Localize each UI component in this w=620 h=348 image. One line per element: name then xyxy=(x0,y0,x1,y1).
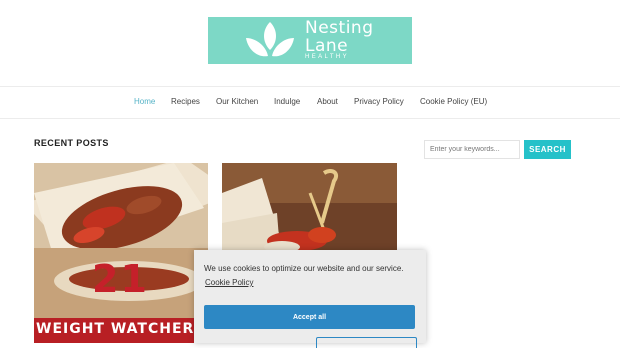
cookie-policy-link[interactable]: Cookie Policy xyxy=(205,278,253,287)
chicken-wrap-photo xyxy=(34,163,208,343)
leaf-icon xyxy=(246,22,294,57)
cookie-message: We use cookies to optimize our website a… xyxy=(204,264,404,273)
nav-item-our-kitchen[interactable]: Our Kitchen xyxy=(216,97,258,106)
site-logo[interactable]: Nesting Lane HEALTHY xyxy=(208,17,412,64)
logo-title: Nesting Lane xyxy=(305,19,374,55)
nav-item-home[interactable]: Home xyxy=(134,97,155,106)
nav-item-recipes[interactable]: Recipes xyxy=(171,97,200,106)
recent-posts-heading: RECENT POSTS xyxy=(34,138,109,148)
logo-subtitle: HEALTHY xyxy=(305,54,350,60)
logo-line-1: Nesting xyxy=(305,18,374,38)
search-button[interactable]: SEARCH xyxy=(524,140,571,159)
logo-line-2: Lane xyxy=(305,36,349,56)
nav-item-about[interactable]: About xyxy=(317,97,338,106)
post-overlay-text: WEIGHT WATCHER xyxy=(36,321,195,337)
accept-all-button[interactable]: Accept all xyxy=(204,305,415,329)
nav-item-indulge[interactable]: Indulge xyxy=(274,97,300,106)
post-overlay-number: 21 xyxy=(92,257,149,301)
cookie-consent-banner: We use cookies to optimize our website a… xyxy=(194,250,426,348)
nav-bottom-divider xyxy=(0,118,620,119)
main-nav: Home Recipes Our Kitchen Indulge About P… xyxy=(0,97,620,109)
post-thumbnail-1[interactable]: 21 WEIGHT WATCHER xyxy=(34,163,208,343)
nav-item-privacy-policy[interactable]: Privacy Policy xyxy=(354,97,404,106)
nav-item-cookie-policy[interactable]: Cookie Policy (EU) xyxy=(420,97,487,106)
search-input[interactable] xyxy=(424,140,520,159)
nav-top-divider xyxy=(0,86,620,87)
